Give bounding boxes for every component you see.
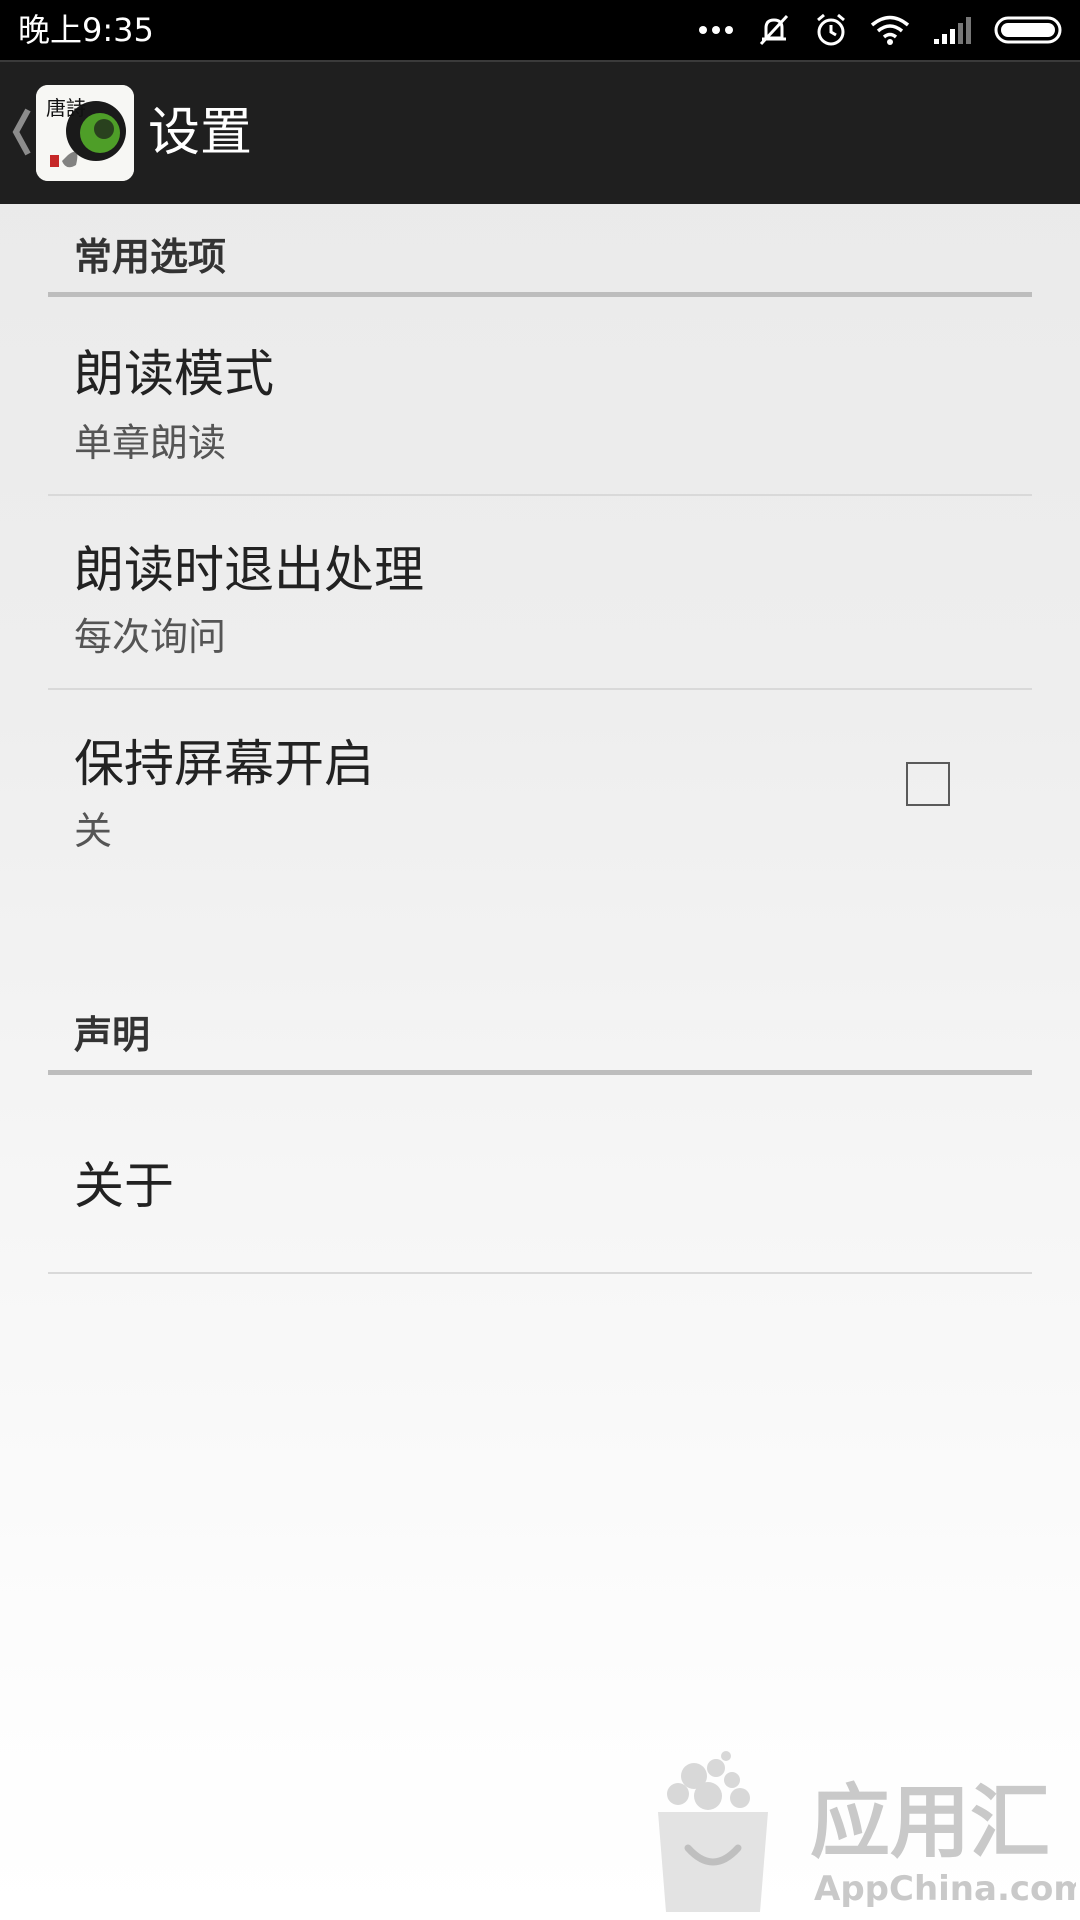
status-time: 晚上9:35: [18, 11, 154, 49]
pref-summary: 关: [74, 809, 113, 853]
pref-title: 朗读时退出处理: [74, 541, 424, 599]
ink-painting-logo-icon: 唐詩: [36, 85, 134, 181]
page-title: 设置: [148, 103, 253, 163]
vibrate-off-icon: [759, 14, 789, 46]
pref-exit-handling[interactable]: 朗读时退出处理 每次询问: [0, 496, 1080, 688]
chevron-left-icon[interactable]: [10, 104, 32, 160]
pref-title: 关于: [74, 1157, 174, 1215]
keep-screen-on-checkbox[interactable]: [906, 762, 950, 806]
signal-icon: [934, 17, 971, 44]
category-header-statement: 声明: [74, 1013, 151, 1057]
app-logo[interactable]: 唐詩: [36, 85, 134, 181]
wifi-icon: [870, 15, 910, 45]
pref-about[interactable]: 关于: [0, 1076, 1080, 1272]
pref-title: 保持屏幕开启: [74, 735, 374, 793]
pref-summary: 单章朗读: [74, 421, 227, 465]
appchina-logo-icon: 应用汇 AppChina.com: [658, 1751, 1080, 1912]
category-divider: [48, 292, 1032, 297]
pref-title: 朗读模式: [74, 345, 274, 403]
alarm-icon: [817, 13, 845, 46]
logo-text: 唐詩: [46, 96, 86, 120]
row-divider: [48, 1272, 1032, 1274]
action-bar: 唐詩 设置: [0, 60, 1080, 204]
pref-read-mode[interactable]: 朗读模式 单章朗读: [0, 298, 1080, 494]
battery-icon: [994, 16, 1062, 44]
watermark-brand-cn: 应用汇: [810, 1776, 1050, 1869]
watermark-brand-en: AppChina.com: [814, 1869, 1076, 1909]
category-divider: [48, 1070, 1032, 1075]
pref-summary: 每次询问: [74, 615, 227, 659]
status-bar: 晚上9:35: [0, 0, 1080, 60]
status-icons: [676, 0, 1066, 60]
category-header-common: 常用选项: [74, 235, 227, 279]
more-dots-icon: [699, 26, 733, 34]
appchina-watermark: 应用汇 AppChina.com: [636, 1738, 1080, 1914]
pref-keep-screen-on[interactable]: 保持屏幕开启 关: [0, 690, 1080, 890]
